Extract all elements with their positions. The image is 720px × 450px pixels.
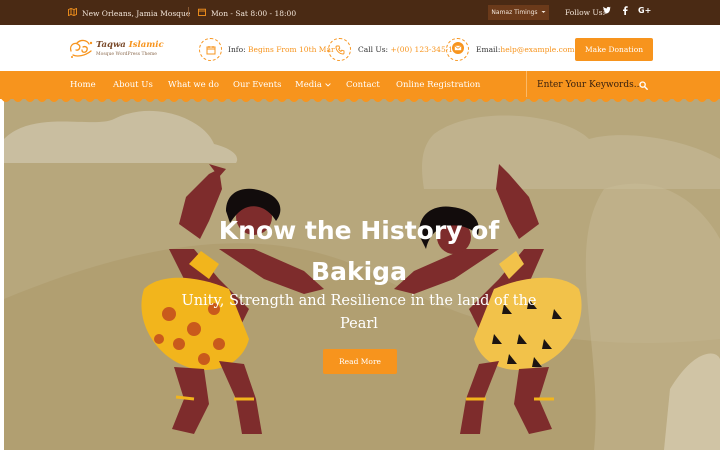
caret-down-icon [541,9,546,16]
hero-subtitle-line1: Unity, Strength and Resilience in the la… [181,293,537,309]
site-header: Taqwa Islamic Mosque WordPress Theme Inf… [0,25,720,71]
namaz-timings-dropdown[interactable]: Namaz Timings [488,5,549,20]
location-info: New Orleans, Jamia Mosque [68,7,191,18]
phone-circle [328,38,351,61]
top-bar: New Orleans, Jamia Mosque Mon - Sat 8:00… [0,0,720,25]
info-value: Begins From 10th Mar [248,45,335,54]
email-label: Email: [476,45,501,54]
hero-title-line1: Know the History of [218,216,500,245]
calendar-icon [206,40,216,59]
envelope-icon [451,40,465,59]
email-text: Email:help@example.com [476,45,574,54]
email-value[interactable]: help@example.com [500,45,574,54]
info-label: Info: [228,45,246,54]
nav-item-what-we-do[interactable]: What we do [168,80,219,90]
nav-scallop-border [0,97,720,102]
hero-title: Know the History of Bakiga [164,210,554,292]
nav-item-our-events[interactable]: Our Events [233,80,282,90]
main-nav: Home About Us What we do Our Events Medi… [0,71,720,99]
facebook-icon[interactable] [622,6,628,17]
hours-text: Mon - Sat 8:00 - 18:00 [211,8,297,18]
google-plus-icon[interactable]: G+ [638,6,651,15]
hero-subtitle-line2: Pearl [340,316,378,332]
hours-info: Mon - Sat 8:00 - 18:00 [198,8,296,18]
hero-slider: Know the History of Bakiga Unity, Streng… [4,99,720,450]
search-input[interactable]: Enter Your Keywords... [537,80,642,90]
nav-item-media[interactable]: Media [295,80,331,90]
chevron-down-icon [324,80,331,90]
logo-title: Taqwa Islamic [96,40,164,50]
divider [188,7,189,17]
follow-us-label: Follow Us: [565,8,606,17]
nav-item-home[interactable]: Home [70,80,96,90]
location-text: New Orleans, Jamia Mosque [82,8,191,18]
phone-icon [335,40,345,59]
hero-title-line2: Bakiga [311,257,407,286]
logo-name-accent: Islamic [128,40,164,50]
call-label: Call Us: [358,45,389,54]
call-text: Call Us: +(00) 123-345-11 [358,45,458,54]
email-circle [446,38,469,61]
nav-item-media-label: Media [295,80,322,90]
info-text: Info: Begins From 10th Mar [228,45,335,54]
nav-item-contact[interactable]: Contact [346,80,380,90]
logo-tagline: Mosque WordPress Theme [96,52,157,57]
nav-item-online-registration[interactable]: Online Registration [396,80,480,90]
logo-name: Taqwa [96,40,126,50]
search-icon[interactable] [635,78,652,93]
read-more-button[interactable]: Read More [323,349,397,374]
namaz-timings-label: Namaz Timings [491,9,538,16]
map-icon [68,7,77,18]
twitter-icon[interactable] [603,6,611,16]
calendar-icon [198,8,206,18]
nav-item-about-us[interactable]: About Us [113,80,153,90]
make-donation-button[interactable]: Make Donation [575,38,653,61]
calendar-circle [199,38,222,61]
hero-subtitle: Unity, Strength and Resilience in the la… [164,290,554,336]
nav-divider [526,71,527,99]
